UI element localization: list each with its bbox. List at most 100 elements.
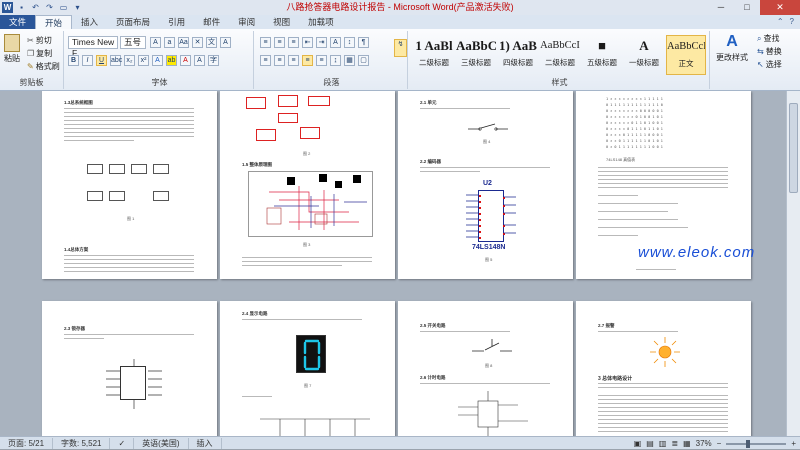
style-tile[interactable]: A 一级标题 (624, 35, 664, 75)
outline-icon[interactable]: ≣ (671, 439, 678, 448)
zoom-level[interactable]: 37% (696, 439, 712, 448)
highlight-icon[interactable]: ab (166, 55, 177, 66)
align-right-icon[interactable]: ≡ (288, 55, 299, 66)
sort-icon[interactable]: ↕ (344, 37, 355, 48)
decrease-indent-icon[interactable]: ⇤ (302, 37, 313, 48)
open-icon[interactable]: ▭ (58, 2, 69, 13)
style-tile[interactable]: AaBbCcI 二级标题 (540, 35, 580, 75)
timer-circuit (458, 391, 528, 436)
spellcheck-icon[interactable]: ✓ (110, 437, 135, 449)
select-button[interactable]: ↖ 选择 (757, 59, 782, 70)
tab-home[interactable]: 开始 (35, 15, 73, 29)
replace-button[interactable]: ⇆ 替换 (757, 46, 782, 57)
page-2[interactable]: 图 2 1.5 整体原理图 图 3 (220, 91, 395, 279)
phonetic-icon[interactable]: 文 (206, 37, 217, 48)
increase-indent-icon[interactable]: ⇥ (316, 37, 327, 48)
ribbon-collapse-icon[interactable]: ⌃ (777, 17, 784, 26)
superscript-icon[interactable]: x² (138, 55, 149, 66)
underline-button[interactable]: U (96, 55, 107, 66)
scrollbar-thumb[interactable] (789, 103, 798, 193)
minimize-button[interactable]: ─ (708, 0, 734, 15)
char-shading-icon[interactable]: A (194, 55, 205, 66)
shading-icon[interactable]: ▦ (344, 55, 355, 66)
distributed-icon[interactable]: ≡ (316, 55, 327, 66)
undo-icon[interactable]: ↶ (30, 2, 41, 13)
redo-icon[interactable]: ↷ (44, 2, 55, 13)
document-area[interactable]: 1.3总系统框图 图 1 1.4总体方案 图 2 1.5 整体原理图 图 3 2… (0, 91, 786, 436)
page-6[interactable]: 2.4 显示电路 图 7 (220, 301, 395, 436)
full-screen-icon[interactable]: ▤ (646, 439, 654, 448)
page-8[interactable]: 2.7 报警 3 总体电路设计 (576, 301, 751, 436)
align-left-icon[interactable]: ≡ (260, 55, 271, 66)
enclose-char-icon[interactable]: 字 (208, 55, 219, 66)
save-icon[interactable]: ▪ (16, 2, 27, 13)
align-center-icon[interactable]: ≡ (274, 55, 285, 66)
customize-icon[interactable]: ▾ (72, 2, 83, 13)
language-indicator[interactable]: 英语(美国) (134, 437, 189, 449)
zoom-slider[interactable] (726, 439, 787, 448)
borders-icon[interactable]: ▢ (358, 55, 369, 66)
copy-button[interactable]: ❐ 复制 (27, 48, 52, 59)
italic-button[interactable]: I (82, 55, 93, 66)
word-count[interactable]: 字数: 5,521 (53, 437, 111, 449)
style-tile[interactable]: 1 AaBl 二级标题 (414, 35, 454, 75)
zoom-in-icon[interactable]: + (791, 439, 796, 448)
text-effects-icon[interactable]: A (152, 55, 163, 66)
page-1[interactable]: 1.3总系统框图 图 1 1.4总体方案 (42, 91, 217, 279)
tab-page-layout[interactable]: 页面布局 (107, 15, 159, 29)
figure-caption: 图 5 (485, 257, 493, 262)
diagram-box (256, 129, 276, 141)
style-tile[interactable]: 1) AaB 四级标题 (498, 35, 538, 75)
page-7[interactable]: 2.5 开关电路 图 8 2.6 计时电路 (398, 301, 573, 436)
multilevel-list-icon[interactable]: ≡ (288, 37, 299, 48)
style-tile[interactable]: AaBbCc三级标题 (456, 35, 496, 75)
format-painter-button[interactable]: ✎ 格式刷 (27, 61, 60, 72)
grow-font-icon[interactable]: A (150, 37, 161, 48)
insert-mode[interactable]: 插入 (189, 437, 222, 449)
numbering-icon[interactable]: ≡ (274, 37, 285, 48)
style-tile-selected[interactable]: AaBbCcI 正文 (666, 35, 706, 75)
print-layout-icon[interactable]: ▣ (634, 439, 642, 448)
bold-button[interactable]: B (68, 55, 79, 66)
shrink-font-icon[interactable]: a (164, 37, 175, 48)
chinese-layout-icon[interactable]: A (330, 37, 341, 48)
style-arrow-icon[interactable]: ↯ (394, 39, 407, 57)
vertical-scrollbar[interactable] (786, 91, 800, 436)
justify-icon[interactable]: ≡ (302, 55, 313, 66)
block-diagram-box (131, 164, 147, 174)
line-spacing-icon[interactable]: ↨ (330, 55, 341, 66)
zoom-slider-knob[interactable] (746, 439, 751, 448)
font-color-icon[interactable]: A (180, 55, 191, 66)
style-tile[interactable]: ■ 五级标题 (582, 35, 622, 75)
paste-button[interactable]: 粘贴 (4, 34, 20, 64)
page-5[interactable]: 2.3 锁存器 (42, 301, 217, 436)
tab-file[interactable]: 文件 (0, 15, 36, 29)
help-icon[interactable]: ? (790, 17, 794, 26)
char-border-icon[interactable]: A (220, 37, 231, 48)
tab-references[interactable]: 引用 (159, 15, 194, 29)
maximize-button[interactable]: □ (734, 0, 760, 15)
change-styles-button[interactable]: A 更改样式 (716, 33, 748, 63)
tab-addins[interactable]: 加载项 (299, 15, 343, 29)
clear-format-icon[interactable]: ✕ (192, 37, 203, 48)
find-button[interactable]: ⌕ 查找 (757, 33, 779, 44)
cut-button[interactable]: ✂ 剪切 (27, 35, 52, 46)
tab-view[interactable]: 视图 (264, 15, 299, 29)
subscript-icon[interactable]: x₂ (124, 55, 135, 66)
bullets-icon[interactable]: ≡ (260, 37, 271, 48)
web-layout-icon[interactable]: ▥ (659, 439, 667, 448)
draft-icon[interactable]: ▦ (683, 439, 691, 448)
show-marks-icon[interactable]: ¶ (358, 37, 369, 48)
tab-mailings[interactable]: 邮件 (194, 15, 229, 29)
word-logo-icon[interactable]: W (2, 2, 13, 13)
tab-review[interactable]: 审阅 (229, 15, 264, 29)
font-name-box[interactable]: Times New F (68, 36, 118, 58)
page-3[interactable]: 2.1 单元 图 4 2.2 编码器 U2 74LS148N 图 5 (398, 91, 573, 279)
page-count[interactable]: 页面: 5/21 (0, 437, 54, 449)
font-size-box[interactable]: 五号 (120, 36, 146, 49)
change-case-icon[interactable]: Aa (178, 37, 189, 48)
strikethrough-icon[interactable]: abc (110, 55, 122, 66)
close-button[interactable]: ✕ (760, 0, 800, 15)
tab-insert[interactable]: 插入 (72, 15, 107, 29)
zoom-out-icon[interactable]: − (717, 439, 722, 448)
